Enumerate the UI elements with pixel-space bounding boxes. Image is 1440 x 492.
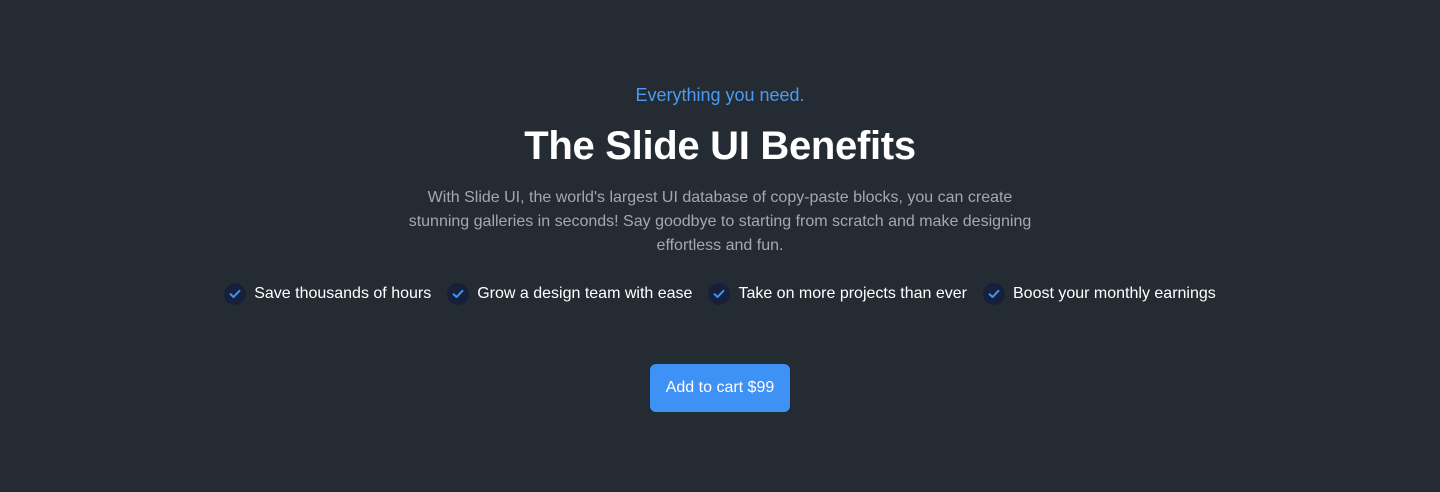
benefits-list: Save thousands of hours Grow a design te… xyxy=(224,282,1216,306)
benefit-label: Take on more projects than ever xyxy=(738,285,967,302)
benefit-item: Boost your monthly earnings xyxy=(983,282,1216,306)
benefit-item: Grow a design team with ease xyxy=(447,282,692,306)
benefit-item: Save thousands of hours xyxy=(224,282,431,306)
check-icon xyxy=(708,283,731,305)
benefit-label: Boost your monthly earnings xyxy=(1013,285,1216,302)
eyebrow-text: Everything you need. xyxy=(635,85,805,105)
check-icon xyxy=(224,283,247,305)
check-icon xyxy=(447,283,470,305)
benefit-label: Save thousands of hours xyxy=(254,285,432,302)
page-title: The Slide UI Benefits xyxy=(524,124,916,168)
benefits-section: Everything you need. The Slide UI Benefi… xyxy=(0,0,1440,492)
hero-description: With Slide UI, the world's largest UI da… xyxy=(408,189,1032,254)
add-to-cart-button[interactable]: Add to cart $99 xyxy=(649,364,791,412)
benefit-item: Take on more projects than ever xyxy=(708,282,967,306)
benefit-label: Grow a design team with ease xyxy=(477,285,693,302)
check-icon xyxy=(983,283,1005,305)
